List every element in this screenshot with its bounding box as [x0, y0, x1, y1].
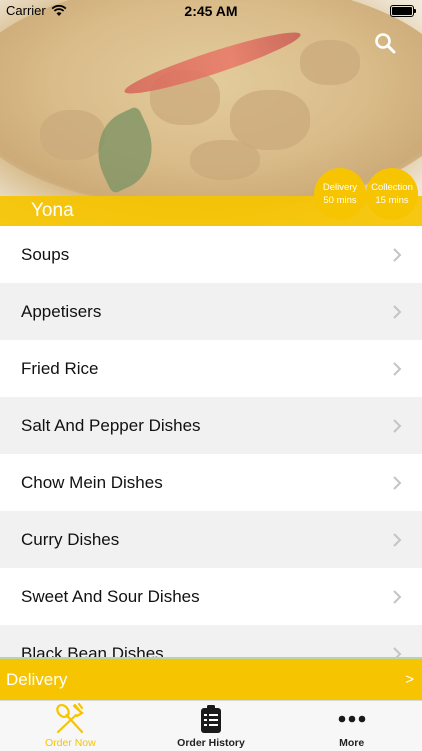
menu-category-curry[interactable]: Curry Dishes [0, 511, 422, 568]
menu-category-label: Black Bean Dishes [21, 643, 164, 658]
tab-label: More [339, 737, 365, 749]
menu-category-appetisers[interactable]: Appetisers [0, 283, 422, 340]
order-type-label: Delivery [6, 669, 68, 689]
chevron-right-icon [393, 304, 402, 319]
battery-icon [390, 5, 416, 17]
delivery-badge-time: 50 mins [323, 195, 357, 206]
order-type-arrow: > [405, 671, 414, 688]
collection-badge-label: Collection [371, 182, 413, 193]
menu-category-chow-mein[interactable]: Chow Mein Dishes [0, 454, 422, 511]
menu-category-label: Salt And Pepper Dishes [21, 415, 201, 435]
collection-time-badge: Collection 15 mins [366, 168, 418, 220]
chevron-right-icon [393, 361, 402, 376]
more-dots-icon [338, 715, 365, 723]
menu-category-list[interactable]: Soups Appetisers Fried Rice Salt And Pep… [0, 226, 422, 657]
tab-order-history[interactable]: Order History [141, 701, 282, 751]
menu-category-label: Chow Mein Dishes [21, 472, 163, 492]
fork-spoon-icon [56, 703, 85, 734]
menu-category-fried-rice[interactable]: Fried Rice [0, 340, 422, 397]
menu-category-black-bean[interactable]: Black Bean Dishes [0, 625, 422, 657]
collection-badge-time: 15 mins [375, 195, 409, 206]
tab-bar: Order Now Order History More [0, 700, 422, 751]
chevron-right-icon [393, 532, 402, 547]
tab-order-now[interactable]: Order Now [0, 701, 141, 751]
chevron-right-icon [393, 475, 402, 490]
menu-category-label: Appetisers [21, 301, 102, 321]
tab-label: Order Now [44, 737, 96, 749]
tab-label: Order History [177, 737, 245, 749]
chevron-right-icon [393, 247, 402, 262]
tab-more[interactable]: More [281, 701, 422, 751]
search-icon[interactable] [374, 32, 396, 54]
chevron-right-icon [393, 646, 402, 657]
menu-category-label: Fried Rice [21, 358, 99, 378]
menu-category-label: Sweet And Sour Dishes [21, 586, 200, 606]
menu-category-label: Curry Dishes [21, 529, 120, 549]
chevron-right-icon [393, 589, 402, 604]
clipboard-list-icon [201, 705, 221, 733]
menu-category-soups[interactable]: Soups [0, 226, 422, 283]
menu-category-salt-and-pepper[interactable]: Salt And Pepper Dishes [0, 397, 422, 454]
status-bar: Carrier 2:45 AM [0, 0, 422, 22]
order-type-bar[interactable]: Delivery > [0, 657, 422, 700]
delivery-badge-label: Delivery [322, 182, 358, 193]
restaurant-name: Yona [31, 200, 74, 221]
chevron-right-icon [393, 418, 402, 433]
menu-category-sweet-and-sour[interactable]: Sweet And Sour Dishes [0, 568, 422, 625]
status-time: 2:45 AM [184, 3, 238, 19]
delivery-time-badge: Delivery 50 mins [314, 168, 366, 220]
menu-category-label: Soups [21, 244, 70, 264]
